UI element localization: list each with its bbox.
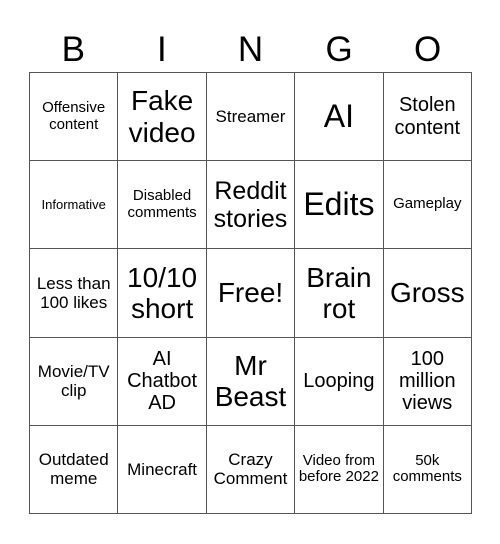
bingo-cell[interactable]: Crazy Comment [206, 425, 296, 514]
header-letter-b: B [61, 30, 85, 69]
bingo-cell[interactable]: Free! [206, 249, 296, 338]
bingo-cell-text: Stolen content [394, 94, 461, 139]
bingo-cell[interactable]: Edits [295, 161, 384, 250]
bingo-cell-text: AI Chatbot AD [127, 347, 198, 415]
bingo-cell[interactable]: Outdated meme [30, 425, 119, 514]
bingo-grid: Offensive content Fake video Streamer AI Sto… [29, 72, 472, 514]
header-letter-o: O [414, 30, 442, 69]
bingo-cell[interactable]: Minecraft [118, 425, 207, 514]
bingo-cell[interactable]: Stolen content [383, 73, 472, 162]
bingo-cell[interactable]: 100 million views [383, 337, 472, 426]
bingo-cell-text: Looping [303, 370, 375, 392]
bingo-cell-text: Minecraft [127, 459, 198, 479]
bingo-cell-text: 50k comments [392, 451, 462, 486]
bingo-cell[interactable]: Less than 100 likes [30, 249, 119, 338]
bingo-cell[interactable]: Mr Beast [206, 337, 296, 426]
bingo-cell[interactable]: AI Chatbot AD [118, 337, 207, 426]
bingo-cell[interactable]: Gross [383, 249, 472, 338]
bingo-cell-text: Reddit stories [213, 176, 288, 233]
bingo-cell-text: Edits [303, 185, 375, 222]
bingo-cell[interactable]: Looping [295, 337, 384, 426]
bingo-cell[interactable]: Gameplay [383, 161, 472, 250]
bingo-cell[interactable]: Informative [30, 161, 119, 250]
bingo-cell[interactable]: Video from before 2022 [295, 425, 384, 514]
bingo-cell-text: 100 million views [398, 347, 456, 415]
bingo-cell[interactable]: 50k comments [383, 425, 472, 514]
bingo-cell[interactable]: Reddit stories [206, 161, 296, 250]
bingo-cell-text: Gross [389, 277, 465, 309]
bingo-cell[interactable]: Streamer [206, 73, 296, 162]
header-letter-i: I [157, 30, 167, 69]
header-letter-n: N [237, 30, 264, 69]
bingo-cell-text: Video from before 2022 [298, 451, 379, 486]
bingo-cell-text: Free! [217, 277, 284, 309]
bingo-cell-text: Disabled comments [127, 186, 197, 221]
bingo-cell[interactable]: Fake video [118, 73, 207, 162]
bingo-cell-text: Fake video [128, 85, 196, 148]
bingo-cell[interactable]: 10/10 short [118, 249, 207, 338]
bingo-cell-text: Crazy Comment [213, 450, 288, 489]
bingo-cell-text: Less than 100 likes [36, 273, 111, 312]
bingo-cell-text: Outdated meme [38, 450, 109, 489]
bingo-cell[interactable]: Brain rot [295, 249, 384, 338]
bingo-cell-text: Mr Beast [214, 349, 287, 413]
bingo-cell-text: AI [323, 97, 354, 134]
bingo-cell-text: 10/10 short [127, 261, 198, 324]
bingo-cell[interactable]: AI [295, 73, 384, 162]
header-letter-g: G [325, 30, 353, 69]
bingo-cell-text: Gameplay [393, 195, 462, 213]
bingo-cell[interactable]: Disabled comments [118, 161, 207, 250]
bingo-cell-text: Streamer [215, 107, 286, 127]
bingo-cell-text: Offensive content [42, 98, 106, 133]
bingo-cell-text: Informative [41, 196, 106, 212]
bingo-cell-text: Movie/TV clip [37, 362, 110, 401]
bingo-cell-text: Brain rot [306, 261, 372, 324]
bingo-cell[interactable]: Offensive content [30, 73, 119, 162]
bingo-cell[interactable]: Movie/TV clip [30, 337, 119, 426]
bingo-header: B I N G O [29, 28, 472, 72]
